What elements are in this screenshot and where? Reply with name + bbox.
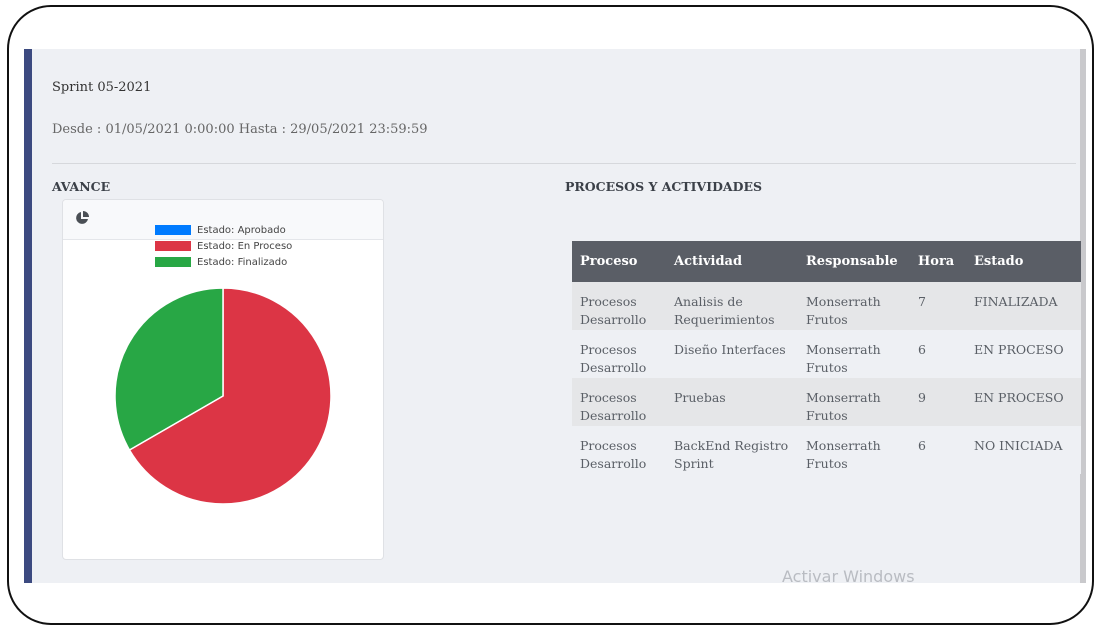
cell-actividad: Diseño Interfaces: [666, 330, 798, 378]
procesos-table: Proceso Actividad Responsable Hora Estad…: [572, 241, 1081, 474]
col-hora: Hora: [910, 241, 966, 282]
pie-chart: [114, 287, 332, 505]
col-responsable: Responsable: [798, 241, 910, 282]
table-row: Procesos Desarrollo BackEnd Registro Spr…: [572, 426, 1081, 474]
cell-actividad: Pruebas: [666, 378, 798, 426]
legend-swatch: [155, 225, 191, 235]
cell-proceso: Procesos Desarrollo: [572, 282, 666, 330]
cell-hora: 7: [910, 282, 966, 330]
cell-hora: 6: [910, 426, 966, 474]
legend-item-finalizado[interactable]: Estado: Finalizado: [155, 254, 292, 270]
sprint-title: Sprint 05-2021: [52, 80, 152, 95]
cell-proceso: Procesos Desarrollo: [572, 426, 666, 474]
col-actividad: Actividad: [666, 241, 798, 282]
legend-swatch: [155, 257, 191, 267]
divider: [52, 163, 1076, 164]
sprint-date-range: Desde : 01/05/2021 0:00:00 Hasta : 29/05…: [52, 122, 428, 137]
cell-responsable: Monserrath Frutos: [798, 282, 910, 330]
sprint-panel: Sprint 05-2021 Desde : 01/05/2021 0:00:0…: [24, 49, 1086, 583]
legend-swatch: [155, 241, 191, 251]
table-row: Procesos Desarrollo Pruebas Monserrath F…: [572, 378, 1081, 426]
table-row: Procesos Desarrollo Diseño Interfaces Mo…: [572, 330, 1081, 378]
cell-responsable: Monserrath Frutos: [798, 426, 910, 474]
cell-estado: NO INICIADA: [966, 426, 1081, 474]
cell-hora: 6: [910, 330, 966, 378]
cell-responsable: Monserrath Frutos: [798, 378, 910, 426]
cell-responsable: Monserrath Frutos: [798, 330, 910, 378]
procesos-heading: PROCESOS Y ACTIVIDADES: [565, 179, 762, 194]
table-row: Procesos Desarrollo Analisis de Requerim…: [572, 282, 1081, 330]
legend-item-en-proceso[interactable]: Estado: En Proceso: [155, 238, 292, 254]
avance-heading: AVANCE: [52, 179, 111, 194]
cell-proceso: Procesos Desarrollo: [572, 378, 666, 426]
cell-hora: 9: [910, 378, 966, 426]
cell-estado: EN PROCESO: [966, 378, 1081, 426]
legend-item-aprobado[interactable]: Estado: Aprobado: [155, 222, 292, 238]
activate-windows-watermark: Activar Windows: [782, 567, 915, 586]
legend-label: Estado: Finalizado: [197, 256, 288, 268]
chart-legend: Estado: Aprobado Estado: En Proceso Esta…: [155, 222, 292, 270]
legend-label: Estado: En Proceso: [197, 240, 293, 252]
col-estado: Estado: [966, 241, 1081, 282]
legend-label: Estado: Aprobado: [197, 224, 286, 236]
col-proceso: Proceso: [572, 241, 666, 282]
avance-chart-card: Estado: Aprobado Estado: En Proceso Esta…: [62, 199, 384, 560]
cell-estado: FINALIZADA: [966, 282, 1081, 330]
cell-estado: EN PROCESO: [966, 330, 1081, 378]
table-header-row: Proceso Actividad Responsable Hora Estad…: [572, 241, 1081, 282]
cell-actividad: BackEnd Registro Sprint: [666, 426, 798, 474]
cell-actividad: Analisis de Requerimientos: [666, 282, 798, 330]
pie-chart-icon: [75, 210, 89, 229]
cell-proceso: Procesos Desarrollo: [572, 330, 666, 378]
